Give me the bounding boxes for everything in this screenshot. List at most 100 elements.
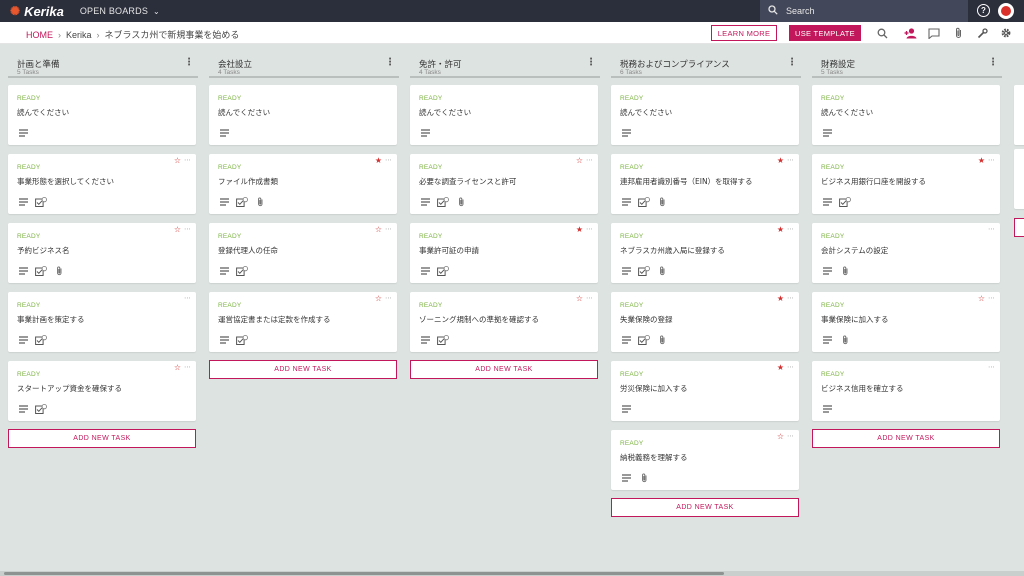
star-filled-icon[interactable]: ★	[777, 157, 784, 165]
use-template-button[interactable]: USE TEMPLATE	[789, 25, 861, 41]
attachment-icon	[656, 266, 668, 276]
kerika-logo[interactable]: ✺ Kerika	[10, 4, 64, 19]
task-card[interactable]: READY 労災保険に加入する ★ ⋯	[611, 361, 799, 421]
star-filled-icon[interactable]: ★	[777, 364, 784, 372]
column-menu-icon[interactable]: ⋮	[184, 58, 194, 68]
star-filled-icon[interactable]: ★	[978, 157, 985, 165]
search-input[interactable]: Search	[760, 0, 968, 22]
star-outline-icon[interactable]: ☆	[174, 157, 181, 165]
task-indicators	[821, 197, 851, 207]
task-card[interactable]: READY 登録代理人の任命 ☆ ⋯	[209, 223, 397, 283]
task-card[interactable]: READY 運営協定書または定款を作成する ☆ ⋯	[209, 292, 397, 352]
task-card[interactable]: READY 事業許可証の申請 ★ ⋯	[410, 223, 598, 283]
star-filled-icon[interactable]: ★	[777, 226, 784, 234]
card-more-icon[interactable]: ⋯	[988, 294, 995, 302]
star-outline-icon[interactable]: ☆	[576, 295, 583, 303]
board-search-icon[interactable]	[875, 26, 889, 40]
column-task-count: 6 Tasks	[620, 69, 642, 76]
card-more-icon[interactable]: ⋯	[787, 294, 794, 302]
card-more-icon[interactable]: ⋯	[184, 294, 191, 302]
star-filled-icon[interactable]: ★	[777, 295, 784, 303]
tools-icon[interactable]	[975, 26, 989, 40]
task-indicators	[620, 335, 668, 345]
card-more-icon[interactable]: ⋯	[988, 225, 995, 233]
card-more-icon[interactable]: ⋯	[385, 156, 392, 164]
task-card[interactable]: READY ファイル作成書類 ★ ⋯	[209, 154, 397, 214]
user-avatar[interactable]	[998, 3, 1014, 19]
star-filled-icon[interactable]: ★	[375, 157, 382, 165]
card-more-icon[interactable]: ⋯	[184, 363, 191, 371]
star-outline-icon[interactable]: ☆	[375, 226, 382, 234]
attachment-icon[interactable]	[951, 26, 965, 40]
task-card[interactable]: READY ビジネス用銀行口座を開設する ★ ⋯	[812, 154, 1000, 214]
star-outline-icon[interactable]: ☆	[375, 295, 382, 303]
task-card-partial[interactable]	[1014, 149, 1024, 209]
help-icon[interactable]: ?	[977, 4, 990, 17]
attachment-icon	[656, 197, 668, 207]
checklist-icon	[236, 266, 248, 276]
breadcrumb-home-link[interactable]: HOME	[26, 30, 53, 40]
card-more-icon[interactable]: ⋯	[586, 294, 593, 302]
task-card[interactable]: READY ビジネス信用を確立する ⋯	[812, 361, 1000, 421]
card-more-icon[interactable]: ⋯	[586, 225, 593, 233]
card-more-icon[interactable]: ⋯	[787, 432, 794, 440]
task-card[interactable]: READY 予約ビジネス名 ☆ ⋯	[8, 223, 196, 283]
task-card[interactable]: READY 失業保険の登録 ★ ⋯	[611, 292, 799, 352]
task-card-partial[interactable]	[1014, 85, 1024, 145]
scrollbar-thumb[interactable]	[4, 572, 724, 575]
task-card[interactable]: READY スタートアップ資金を確保する ☆ ⋯	[8, 361, 196, 421]
task-title: ゾーニング規制への準拠を確認する	[419, 315, 539, 324]
star-outline-icon[interactable]: ☆	[978, 295, 985, 303]
card-more-icon[interactable]: ⋯	[586, 156, 593, 164]
search-placeholder: Search	[786, 6, 815, 16]
learn-more-button[interactable]: LEARN MORE	[711, 25, 777, 41]
column-menu-icon[interactable]: ⋮	[385, 58, 395, 68]
horizontal-scrollbar[interactable]	[0, 571, 1024, 576]
breadcrumb-workspace-link[interactable]: Kerika	[66, 30, 92, 40]
column-menu-icon[interactable]: ⋮	[787, 58, 797, 68]
add-new-task-button[interactable]: ADD NEW TASK	[611, 498, 799, 517]
task-card[interactable]: READY ネブラスカ州歳入局に登録する ★ ⋯	[611, 223, 799, 283]
card-more-icon[interactable]: ⋯	[787, 225, 794, 233]
task-card[interactable]: READY ゾーニング規制への準拠を確認する ☆ ⋯	[410, 292, 598, 352]
card-more-icon[interactable]: ⋯	[787, 156, 794, 164]
card-more-icon[interactable]: ⋯	[385, 294, 392, 302]
task-card[interactable]: READY 必要な調査ライセンスと許可 ☆ ⋯	[410, 154, 598, 214]
task-card[interactable]: READY 事業計画を策定する ⋯	[8, 292, 196, 352]
add-new-task-button-partial[interactable]	[1014, 218, 1024, 237]
task-card[interactable]: READY 読んでください	[611, 85, 799, 145]
card-more-icon[interactable]: ⋯	[184, 225, 191, 233]
add-new-task-button[interactable]: ADD NEW TASK	[8, 429, 196, 448]
open-boards-menu[interactable]: OPEN BOARDS ⌄	[80, 6, 160, 16]
task-card[interactable]: READY 事業保険に加入する ☆ ⋯	[812, 292, 1000, 352]
column-menu-icon[interactable]: ⋮	[586, 58, 596, 68]
task-card[interactable]: READY 連邦雇用者識別番号（EIN）を取得する ★ ⋯	[611, 154, 799, 214]
card-more-icon[interactable]: ⋯	[988, 363, 995, 371]
task-card[interactable]: READY 読んでください	[209, 85, 397, 145]
star-filled-icon[interactable]: ★	[576, 226, 583, 234]
task-card[interactable]: READY 事業形態を選択してください ☆ ⋯	[8, 154, 196, 214]
card-more-icon[interactable]: ⋯	[385, 225, 392, 233]
star-outline-icon[interactable]: ☆	[576, 157, 583, 165]
add-team-member-icon[interactable]	[903, 26, 917, 40]
add-new-task-button[interactable]: ADD NEW TASK	[209, 360, 397, 379]
description-icon	[218, 197, 230, 207]
card-more-icon[interactable]: ⋯	[787, 363, 794, 371]
card-more-icon[interactable]: ⋯	[988, 156, 995, 164]
column-menu-icon[interactable]: ⋮	[988, 58, 998, 68]
star-outline-icon[interactable]: ☆	[174, 226, 181, 234]
settings-gear-icon[interactable]	[999, 26, 1013, 40]
task-title: 連邦雇用者識別番号（EIN）を取得する	[620, 177, 753, 186]
chat-icon[interactable]	[927, 26, 941, 40]
task-card[interactable]: READY 読んでください	[410, 85, 598, 145]
add-new-task-button[interactable]: ADD NEW TASK	[410, 360, 598, 379]
task-indicators	[218, 335, 248, 345]
task-card[interactable]: READY 納税義務を理解する ☆ ⋯	[611, 430, 799, 490]
add-new-task-button[interactable]: ADD NEW TASK	[812, 429, 1000, 448]
task-card[interactable]: READY 読んでください	[812, 85, 1000, 145]
star-outline-icon[interactable]: ☆	[174, 364, 181, 372]
star-outline-icon[interactable]: ☆	[777, 433, 784, 441]
task-card[interactable]: READY 読んでください	[8, 85, 196, 145]
card-more-icon[interactable]: ⋯	[184, 156, 191, 164]
task-card[interactable]: READY 会計システムの設定 ⋯	[812, 223, 1000, 283]
